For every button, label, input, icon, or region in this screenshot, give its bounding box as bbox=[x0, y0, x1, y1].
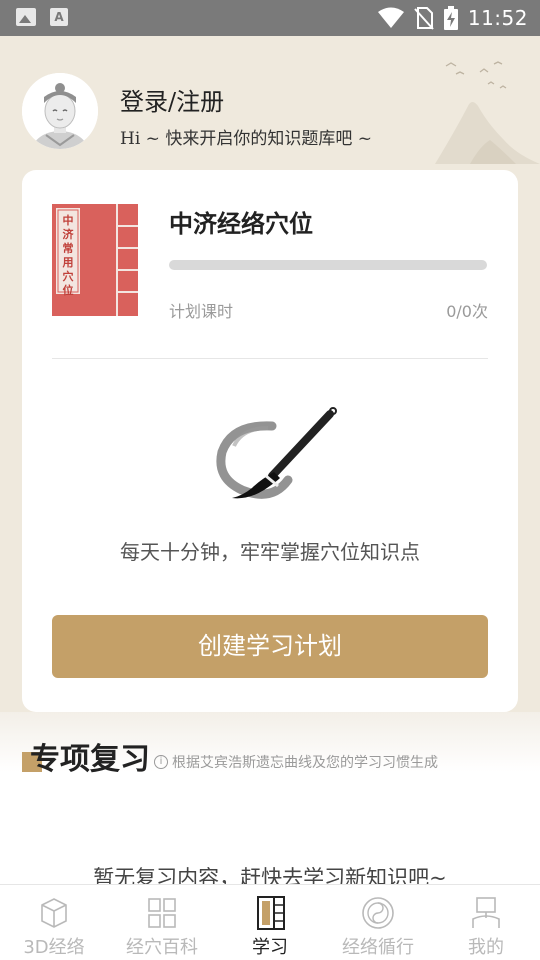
cube-icon bbox=[41, 898, 67, 928]
wifi-icon bbox=[377, 7, 404, 28]
course-progress-bar bbox=[169, 260, 487, 270]
battery-charging-icon bbox=[443, 6, 458, 30]
divider bbox=[52, 358, 488, 359]
study-plan-card: 中济常用穴位 中济经络穴位 计划课时 0/0次 每天十分钟，牢牢掌握穴位知识点 … bbox=[22, 170, 518, 712]
nav-item-3d-meridians[interactable]: 3D经络 bbox=[0, 885, 108, 960]
nav-item-acupoint-encyclopedia[interactable]: 经穴百科 bbox=[108, 885, 216, 960]
no-sim-icon bbox=[414, 7, 434, 30]
scholar-avatar-icon bbox=[22, 73, 98, 149]
nav-label: 3D经络 bbox=[23, 937, 85, 958]
book-cover-title: 中济常用穴位 bbox=[62, 214, 74, 297]
nav-label: 经络循行 bbox=[342, 937, 414, 958]
avatar[interactable] bbox=[22, 73, 98, 149]
create-study-plan-button[interactable]: 创建学习计划 bbox=[52, 615, 488, 678]
bottom-navigation: 3D经络 经穴百科 学习 经络循行 我的 bbox=[0, 884, 540, 960]
person-icon bbox=[472, 897, 500, 928]
plan-count: 0/0次 bbox=[446, 302, 488, 321]
info-icon: i bbox=[154, 755, 168, 769]
nav-item-mine[interactable]: 我的 bbox=[432, 885, 540, 960]
motto-text: 每天十分钟，牢牢掌握穴位知识点 bbox=[120, 540, 420, 564]
course-title: 中济经络穴位 bbox=[169, 210, 313, 238]
plan-hours-label: 计划课时 bbox=[169, 302, 234, 321]
yinyang-icon bbox=[362, 897, 394, 929]
mountain-birds-decoration bbox=[435, 61, 540, 164]
a-icon: A bbox=[50, 8, 68, 26]
ink-brush-icon bbox=[216, 407, 337, 499]
nav-item-study[interactable]: 学习 bbox=[216, 885, 324, 960]
review-info: i 根据艾宾浩斯遗忘曲线及您的学习习惯生成 bbox=[154, 752, 438, 772]
grid-icon bbox=[148, 898, 176, 928]
book-icon bbox=[257, 896, 285, 930]
image-icon bbox=[16, 8, 36, 26]
login-register-link[interactable]: 登录/注册 bbox=[120, 82, 224, 117]
nav-item-meridian-flow[interactable]: 经络循行 bbox=[324, 885, 432, 960]
special-review-title: 专项复习 bbox=[30, 742, 150, 777]
clock: 11:52 bbox=[467, 6, 528, 30]
special-review-section: 专项复习 i 根据艾宾浩斯遗忘曲线及您的学习习惯生成 暂无复习内容，赶快去学习新… bbox=[0, 712, 540, 890]
status-bar: A 11:52 bbox=[0, 0, 540, 36]
nav-label: 我的 bbox=[468, 937, 504, 958]
nav-label: 经穴百科 bbox=[126, 937, 198, 958]
nav-label: 学习 bbox=[252, 937, 288, 958]
review-info-text: 根据艾宾浩斯遗忘曲线及您的学习习惯生成 bbox=[172, 755, 438, 771]
